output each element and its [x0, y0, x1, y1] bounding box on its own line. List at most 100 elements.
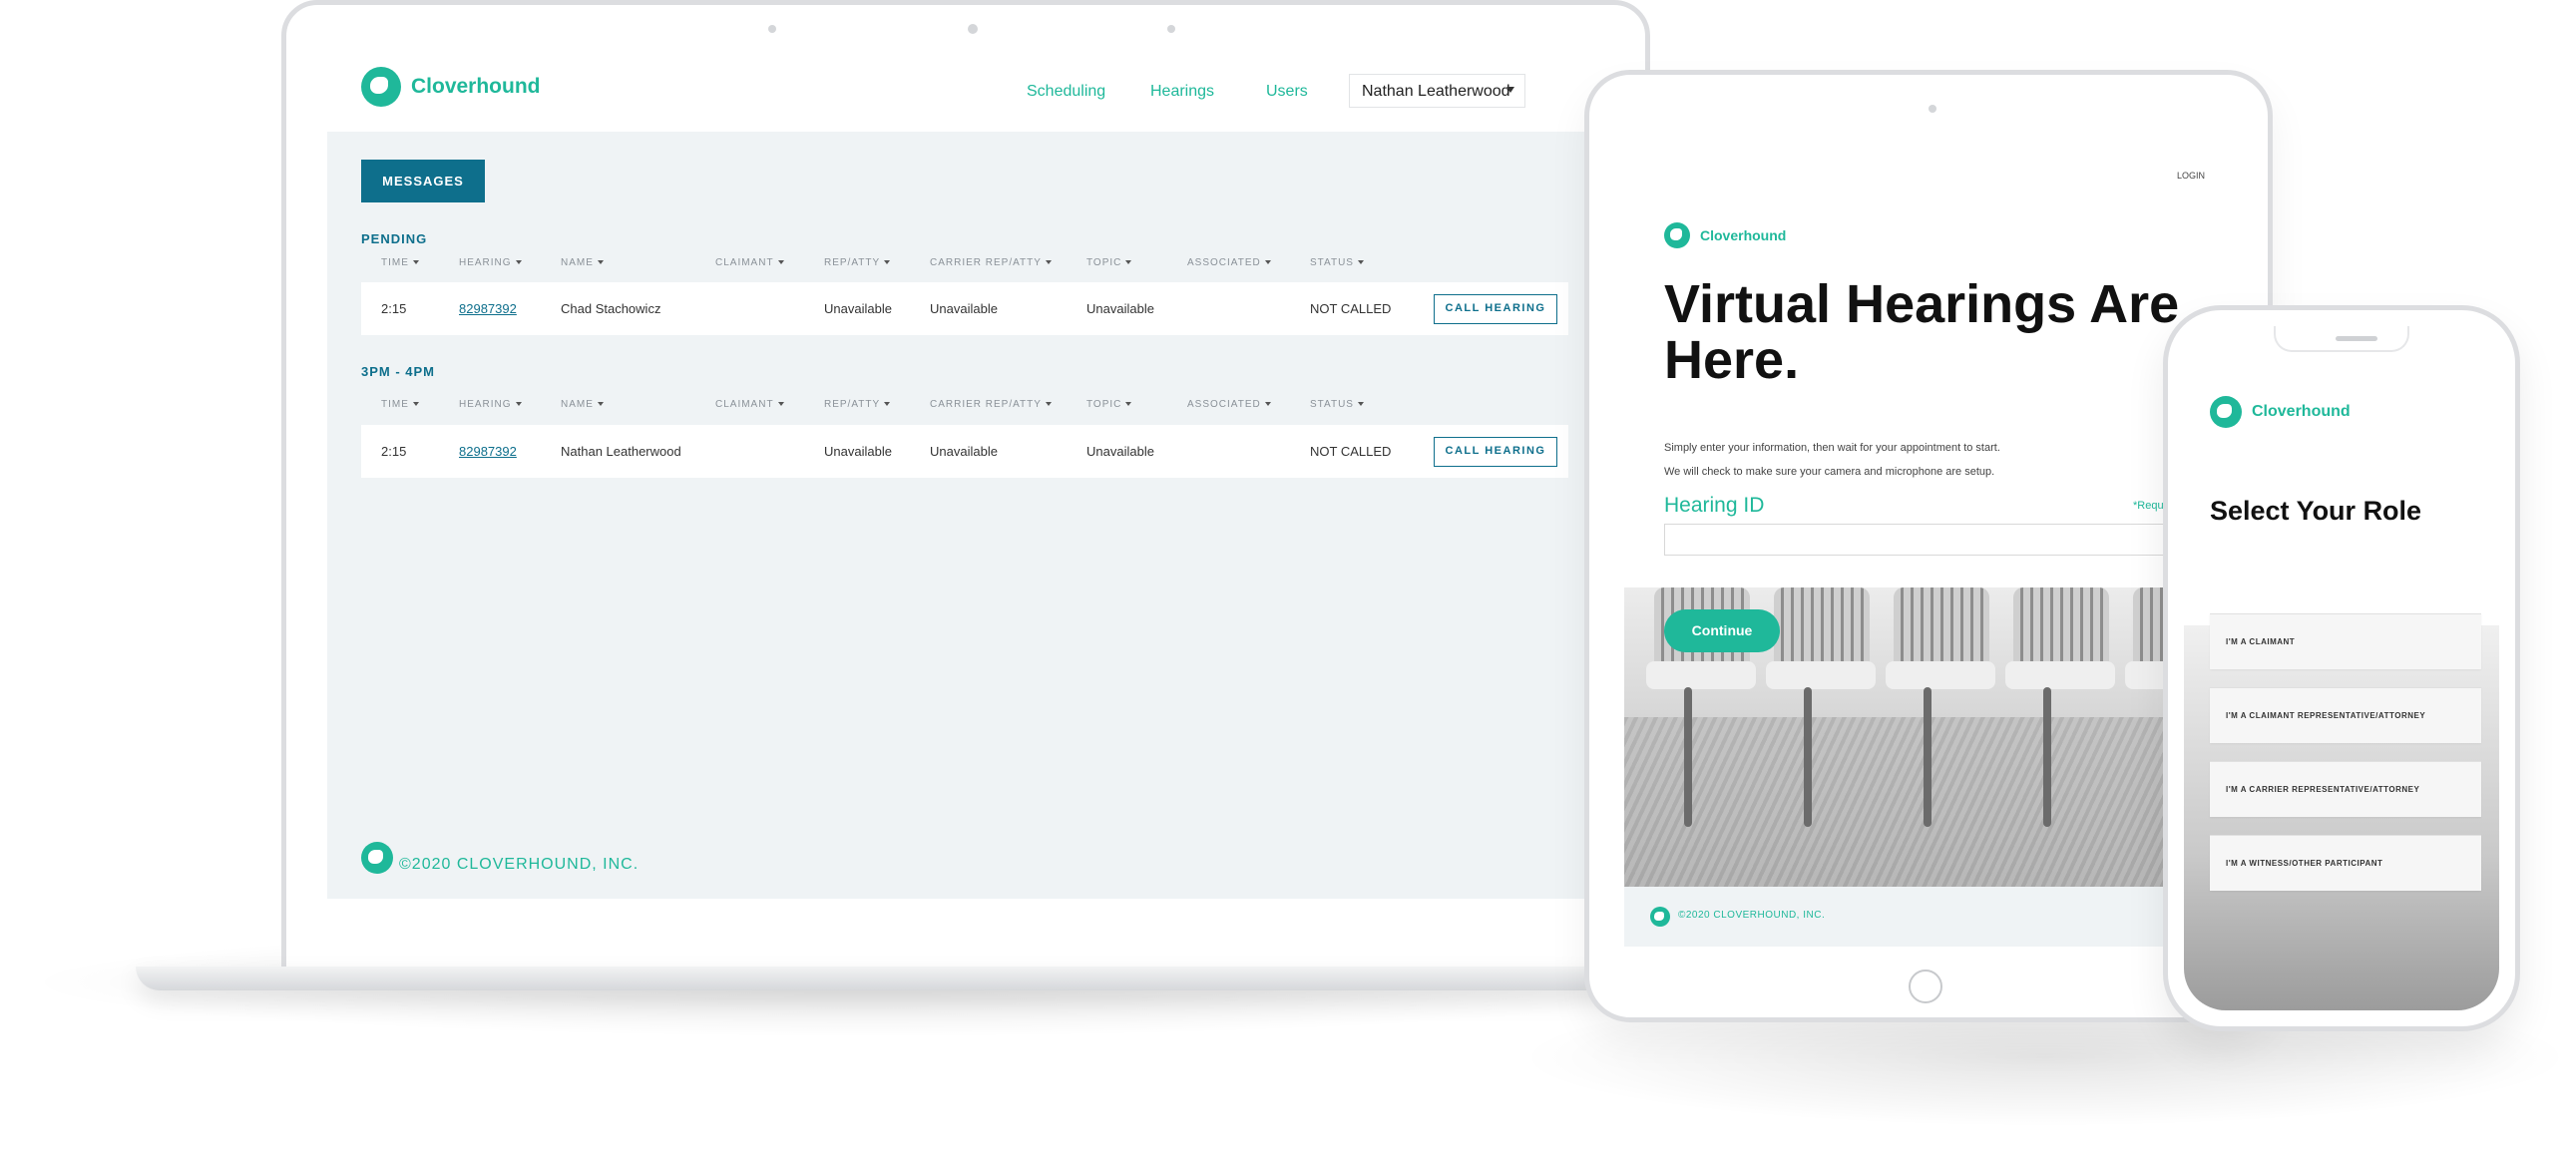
cell-time: 2:15 [381, 301, 407, 316]
sort-caret-icon [597, 402, 604, 407]
column-header-hearing[interactable]: HEARING [459, 257, 522, 268]
sort-caret-icon [1125, 260, 1132, 265]
column-header-carrier[interactable]: CARRIER REP/ATTY [930, 257, 1052, 268]
sort-caret-icon [777, 260, 784, 265]
intro-text: Simply enter your information, then wait… [1664, 442, 2000, 454]
role-option-claimant[interactable]: I'M A CLAIMANT [2210, 613, 2481, 669]
brand-logo[interactable]: Cloverhound [361, 67, 541, 107]
role-option-claimant-rep[interactable]: I'M A CLAIMANT REPRESENTATIVE/ATTORNEY [2210, 687, 2481, 743]
sort-caret-icon [1357, 260, 1364, 265]
laptop-camera [968, 24, 978, 34]
cell-name: Chad Stachowicz [561, 301, 661, 316]
waiting-room-photo [2184, 625, 2499, 1010]
phone-screen: Cloverhound Select Your Role I'M A CLAIM… [2184, 326, 2499, 1010]
column-header-status[interactable]: STATUS [1310, 399, 1364, 410]
column-header-time[interactable]: TIME [381, 257, 419, 268]
cell-carrier: Unavailable [930, 444, 998, 459]
cloverhound-logo-icon [1664, 222, 1690, 248]
column-header-claimant[interactable]: CLAIMANT [715, 257, 784, 268]
sort-caret-icon [412, 402, 419, 407]
sort-caret-icon [515, 402, 522, 407]
messages-button[interactable]: MESSAGES [361, 160, 485, 202]
table-row: 2:15 82987392 Chad Stachowicz Unavailabl… [361, 282, 1568, 335]
cell-carrier: Unavailable [930, 301, 998, 316]
footer-logo [361, 842, 393, 874]
cell-time: 2:15 [381, 444, 407, 459]
tablet-camera [1929, 105, 1936, 113]
device-mockup-stage: Cloverhound Scheduling Hearings Users Na… [0, 0, 2576, 1163]
brand-name: Cloverhound [2252, 403, 2351, 420]
column-header-associated[interactable]: ASSOCIATED [1187, 399, 1271, 410]
sort-caret-icon [1125, 402, 1132, 407]
sort-caret-icon [597, 260, 604, 265]
brand-logo[interactable]: Cloverhound [1664, 222, 1786, 248]
login-link[interactable]: LOGIN [2177, 171, 2205, 181]
footer-copyright: ©2020 CLOVERHOUND, INC. [399, 856, 640, 873]
hearing-link[interactable]: 82987392 [459, 444, 517, 459]
call-hearing-button[interactable]: CALL HEARING [1434, 294, 1557, 324]
cell-topic: Unavailable [1086, 444, 1154, 459]
cell-status: NOT CALLED [1310, 444, 1392, 459]
column-header-claimant[interactable]: CLAIMANT [715, 399, 784, 410]
column-header-topic[interactable]: TOPIC [1086, 399, 1132, 410]
hearing-link[interactable]: 82987392 [459, 301, 517, 316]
cloverhound-logo-icon [1650, 907, 1670, 927]
cell-status: NOT CALLED [1310, 301, 1392, 316]
column-header-hearing[interactable]: HEARING [459, 399, 522, 410]
user-menu-dropdown[interactable]: Nathan Leatherwood [1349, 74, 1525, 108]
role-option-witness[interactable]: I'M A WITNESS/OTHER PARTICIPANT [2210, 835, 2481, 891]
brand-name: Cloverhound [1700, 227, 1787, 243]
user-name: Nathan Leatherwood [1362, 83, 1510, 100]
page-title: Virtual Hearings Are Here. [1664, 274, 2180, 390]
column-header-associated[interactable]: ASSOCIATED [1187, 257, 1271, 268]
sort-caret-icon [884, 260, 891, 265]
required-note: *Requi [2133, 500, 2167, 512]
sort-caret-icon [1264, 402, 1271, 407]
brand-logo[interactable]: Cloverhound [2210, 396, 2351, 428]
column-header-time[interactable]: TIME [381, 399, 419, 410]
column-header-rep-atty[interactable]: REP/ATTY [824, 399, 891, 410]
hearing-id-label: Hearing ID [1664, 494, 1765, 517]
brand-name: Cloverhound [411, 75, 541, 98]
cell-rep-atty: Unavailable [824, 444, 892, 459]
cell-rep-atty: Unavailable [824, 301, 892, 316]
chevron-down-icon [1506, 87, 1514, 93]
app-header: Cloverhound Scheduling Hearings Users Na… [327, 48, 1620, 132]
nav-users[interactable]: Users [1266, 83, 1308, 101]
home-button[interactable] [1909, 969, 1942, 1003]
laptop-sensor-right [1167, 25, 1175, 33]
phone-frame: Cloverhound Select Your Role I'M A CLAIM… [2163, 305, 2520, 1031]
column-header-name[interactable]: NAME [561, 257, 604, 268]
laptop-sensor-left [768, 25, 776, 33]
cloverhound-logo-icon [361, 67, 401, 107]
nav-hearings[interactable]: Hearings [1150, 83, 1214, 101]
sort-caret-icon [1045, 260, 1052, 265]
page-title: Select Your Role [2210, 496, 2422, 526]
intro-text-2: We will check to make sure your camera a… [1664, 466, 1995, 478]
continue-button[interactable]: Continue [1664, 609, 1780, 652]
cloverhound-logo-icon [2210, 396, 2242, 428]
column-header-carrier[interactable]: CARRIER REP/ATTY [930, 399, 1052, 410]
tablet-footer: ©2020 CLOVERHOUND, INC. [1624, 887, 2237, 947]
nav-scheduling[interactable]: Scheduling [1027, 83, 1105, 101]
laptop-base [136, 967, 1672, 990]
tablet-screen: LOGIN Cloverhound Virtual Hearings Are H… [1624, 149, 2237, 947]
column-header-name[interactable]: NAME [561, 399, 604, 410]
cell-name: Nathan Leatherwood [561, 444, 681, 459]
laptop-screen: Cloverhound Scheduling Hearings Users Na… [327, 48, 1620, 899]
column-header-topic[interactable]: TOPIC [1086, 257, 1132, 268]
group-label-time-range: 3PM - 4PM [361, 364, 436, 379]
call-hearing-button[interactable]: CALL HEARING [1434, 437, 1557, 467]
sort-caret-icon [884, 402, 891, 407]
table-row: 2:15 82987392 Nathan Leatherwood Unavail… [361, 425, 1568, 478]
cloverhound-logo-icon [361, 842, 393, 874]
column-header-status[interactable]: STATUS [1310, 257, 1364, 268]
group-label-pending: PENDING [361, 231, 428, 246]
column-header-rep-atty[interactable]: REP/ATTY [824, 257, 891, 268]
sort-caret-icon [412, 260, 419, 265]
role-option-carrier-rep[interactable]: I'M A CARRIER REPRESENTATIVE/ATTORNEY [2210, 761, 2481, 817]
messages-panel: MESSAGES PENDING TIME HEARING NAME CLAIM… [327, 132, 1620, 899]
sort-caret-icon [1045, 402, 1052, 407]
cell-topic: Unavailable [1086, 301, 1154, 316]
hearing-id-input[interactable] [1664, 524, 2237, 556]
